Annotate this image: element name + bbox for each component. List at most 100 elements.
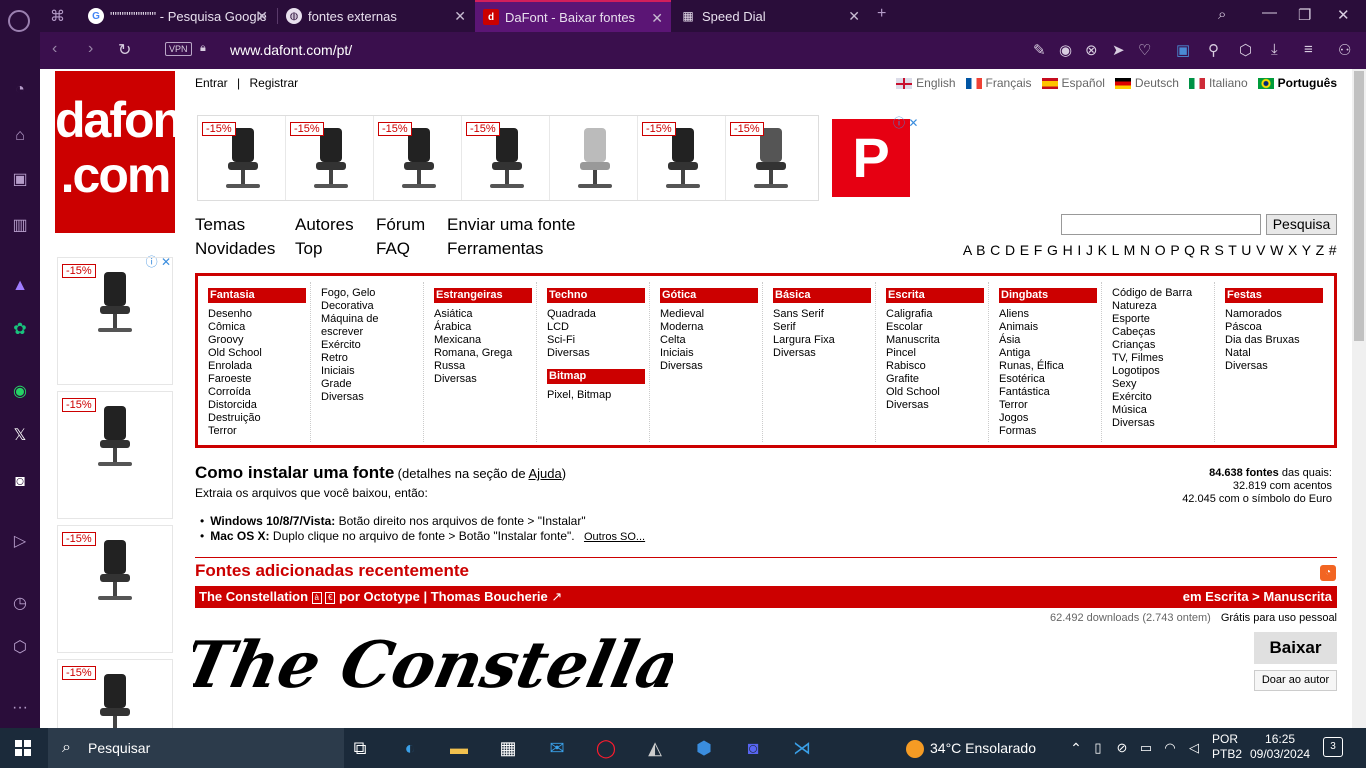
- author-link[interactable]: por Octotype | Thomas Boucherie: [339, 589, 548, 604]
- category-item[interactable]: Russa: [434, 360, 536, 373]
- category-item[interactable]: Diversas: [773, 347, 875, 360]
- category-item[interactable]: escrever: [321, 326, 423, 339]
- category-item[interactable]: TV, Filmes: [1112, 352, 1214, 365]
- alphabet-index[interactable]: A B C D E F G H I J K L M N O P Q R S T …: [963, 242, 1337, 258]
- category-basica[interactable]: Básica: [773, 288, 871, 303]
- category-item[interactable]: Grafite: [886, 373, 988, 386]
- minimize-icon[interactable]: —: [1262, 4, 1277, 21]
- tab-fontes-externas[interactable]: ◍ fontes externas ✕: [278, 0, 474, 32]
- send-icon[interactable]: ➤: [1112, 41, 1125, 59]
- dafont-logo[interactable]: dafont .com: [55, 71, 198, 233]
- opera-logo-icon[interactable]: [8, 10, 30, 32]
- clock[interactable]: 16:25 09/03/2024: [1250, 732, 1310, 762]
- mail-icon[interactable]: ✉: [545, 736, 569, 760]
- shopping-icon[interactable]: ⌂: [10, 126, 30, 146]
- category-fantasia[interactable]: Fantasia: [208, 288, 306, 303]
- category-item[interactable]: Diversas: [1225, 360, 1328, 373]
- category-item[interactable]: Diversas: [547, 347, 649, 360]
- tab-dafont[interactable]: d DaFont - Baixar fontes ✕: [475, 0, 671, 32]
- lang-german[interactable]: Deutsch: [1114, 76, 1179, 90]
- eyedropper-icon[interactable]: ⚲: [1208, 41, 1219, 59]
- category-item[interactable]: Esotérica: [999, 373, 1101, 386]
- taskbar-search[interactable]: ⌕ Pesquisar: [48, 728, 344, 768]
- category-techno[interactable]: Techno: [547, 288, 645, 303]
- discord-icon[interactable]: ◙: [10, 472, 30, 492]
- ad-product[interactable]: -15%: [462, 116, 550, 200]
- weather-widget[interactable]: 34°C Ensolarado: [906, 728, 1036, 768]
- nav-temas[interactable]: Temas: [195, 215, 245, 235]
- wifi-icon[interactable]: ◠: [1158, 736, 1182, 760]
- category-item[interactable]: Medieval: [660, 308, 762, 321]
- history-icon[interactable]: ◷: [10, 594, 30, 614]
- nav-top[interactable]: Top: [295, 239, 322, 259]
- edit-icon[interactable]: ✎: [1033, 41, 1046, 59]
- close-tab-icon[interactable]: ✕: [651, 10, 663, 27]
- category-item[interactable]: Retro: [321, 352, 423, 365]
- tab-google-search[interactable]: G """""""""" - Pesquisa Google ✕: [80, 0, 276, 32]
- category-item[interactable]: Exército: [321, 339, 423, 352]
- ad-product[interactable]: -15%: [57, 525, 173, 653]
- category-item[interactable]: Diversas: [1112, 417, 1214, 430]
- category-item[interactable]: Sci-Fi: [547, 334, 649, 347]
- x-twitter-icon[interactable]: 𝕏: [10, 426, 30, 446]
- cube-icon[interactable]: ⬡: [1239, 41, 1252, 59]
- category-item[interactable]: Cômica: [208, 321, 310, 334]
- tab-search-icon[interactable]: ⌕: [1218, 6, 1226, 23]
- category-bitmap[interactable]: Bitmap: [547, 369, 645, 384]
- ad-product[interactable]: -15%: [726, 116, 814, 200]
- vpn-badge[interactable]: VPN: [165, 42, 192, 56]
- category-item[interactable]: Enrolada: [208, 360, 310, 373]
- category-item[interactable]: Corroída: [208, 386, 310, 399]
- ad-product[interactable]: -15%: [374, 116, 462, 200]
- category-item[interactable]: Faroeste: [208, 373, 310, 386]
- category-item[interactable]: Terror: [999, 399, 1101, 412]
- search-button[interactable]: Pesquisa: [1266, 214, 1337, 235]
- download-icon[interactable]: ⤓: [1271, 41, 1278, 58]
- category-item[interactable]: Árabica: [434, 321, 536, 334]
- app-icon[interactable]: ⬢: [692, 736, 716, 760]
- category-escrita[interactable]: Escrita: [886, 288, 984, 303]
- crypto-wallet-icon[interactable]: ▥: [10, 216, 30, 236]
- block-icon[interactable]: ⊗: [1085, 41, 1098, 59]
- task-view-icon[interactable]: ⧉: [348, 736, 372, 760]
- volume-icon[interactable]: ◁: [1182, 736, 1206, 760]
- font-preview[interactable]: The Constellation: [193, 617, 673, 717]
- heart-icon[interactable]: ♡: [1138, 41, 1151, 59]
- ad-product[interactable]: -15%: [198, 116, 286, 200]
- category-dingbats[interactable]: Dingbats: [999, 288, 1097, 303]
- category-item[interactable]: Páscoa: [1225, 321, 1328, 334]
- forward-icon[interactable]: ›: [88, 40, 93, 58]
- nav-autores[interactable]: Autores: [295, 215, 354, 235]
- discord-taskbar-icon[interactable]: ◙: [741, 736, 765, 760]
- app-icon[interactable]: ◭: [643, 736, 667, 760]
- category-item[interactable]: Esporte: [1112, 313, 1214, 326]
- category-item[interactable]: LCD: [547, 321, 649, 334]
- store-icon[interactable]: ▦: [496, 736, 520, 760]
- category-item[interactable]: Rabisco: [886, 360, 988, 373]
- category-item[interactable]: Celta: [660, 334, 762, 347]
- rss-icon[interactable]: ◔: [1320, 565, 1336, 581]
- category-item[interactable]: Animais: [999, 321, 1101, 334]
- category-item[interactable]: Manuscrita: [886, 334, 988, 347]
- extensions-icon[interactable]: ⬡: [10, 638, 30, 658]
- ad-product[interactable]: [550, 116, 638, 200]
- windows-start-icon[interactable]: [15, 740, 32, 757]
- lang-italian[interactable]: Italiano: [1188, 76, 1248, 90]
- camera-icon[interactable]: ◉: [1059, 41, 1072, 59]
- category-item[interactable]: Moderna: [660, 321, 762, 334]
- category-item[interactable]: Runas, Élfica: [999, 360, 1101, 373]
- category-item[interactable]: Diversas: [434, 373, 536, 386]
- category-item[interactable]: Namorados: [1225, 308, 1328, 321]
- category-item[interactable]: Natal: [1225, 347, 1328, 360]
- category-item[interactable]: Fogo, Gelo: [321, 287, 423, 300]
- twitch-icon[interactable]: ▣: [10, 170, 30, 190]
- whatsapp-icon[interactable]: ◉: [10, 382, 30, 402]
- ad-product[interactable]: -15%: [57, 257, 173, 385]
- login-link[interactable]: Entrar: [195, 76, 228, 90]
- category-item[interactable]: Diversas: [321, 391, 423, 404]
- category-item[interactable]: Asiática: [434, 308, 536, 321]
- back-icon[interactable]: ‹: [52, 40, 57, 58]
- category-item[interactable]: Código de Barra: [1112, 287, 1214, 300]
- category-item[interactable]: Formas: [999, 425, 1101, 438]
- nav-novidades[interactable]: Novidades: [195, 239, 275, 259]
